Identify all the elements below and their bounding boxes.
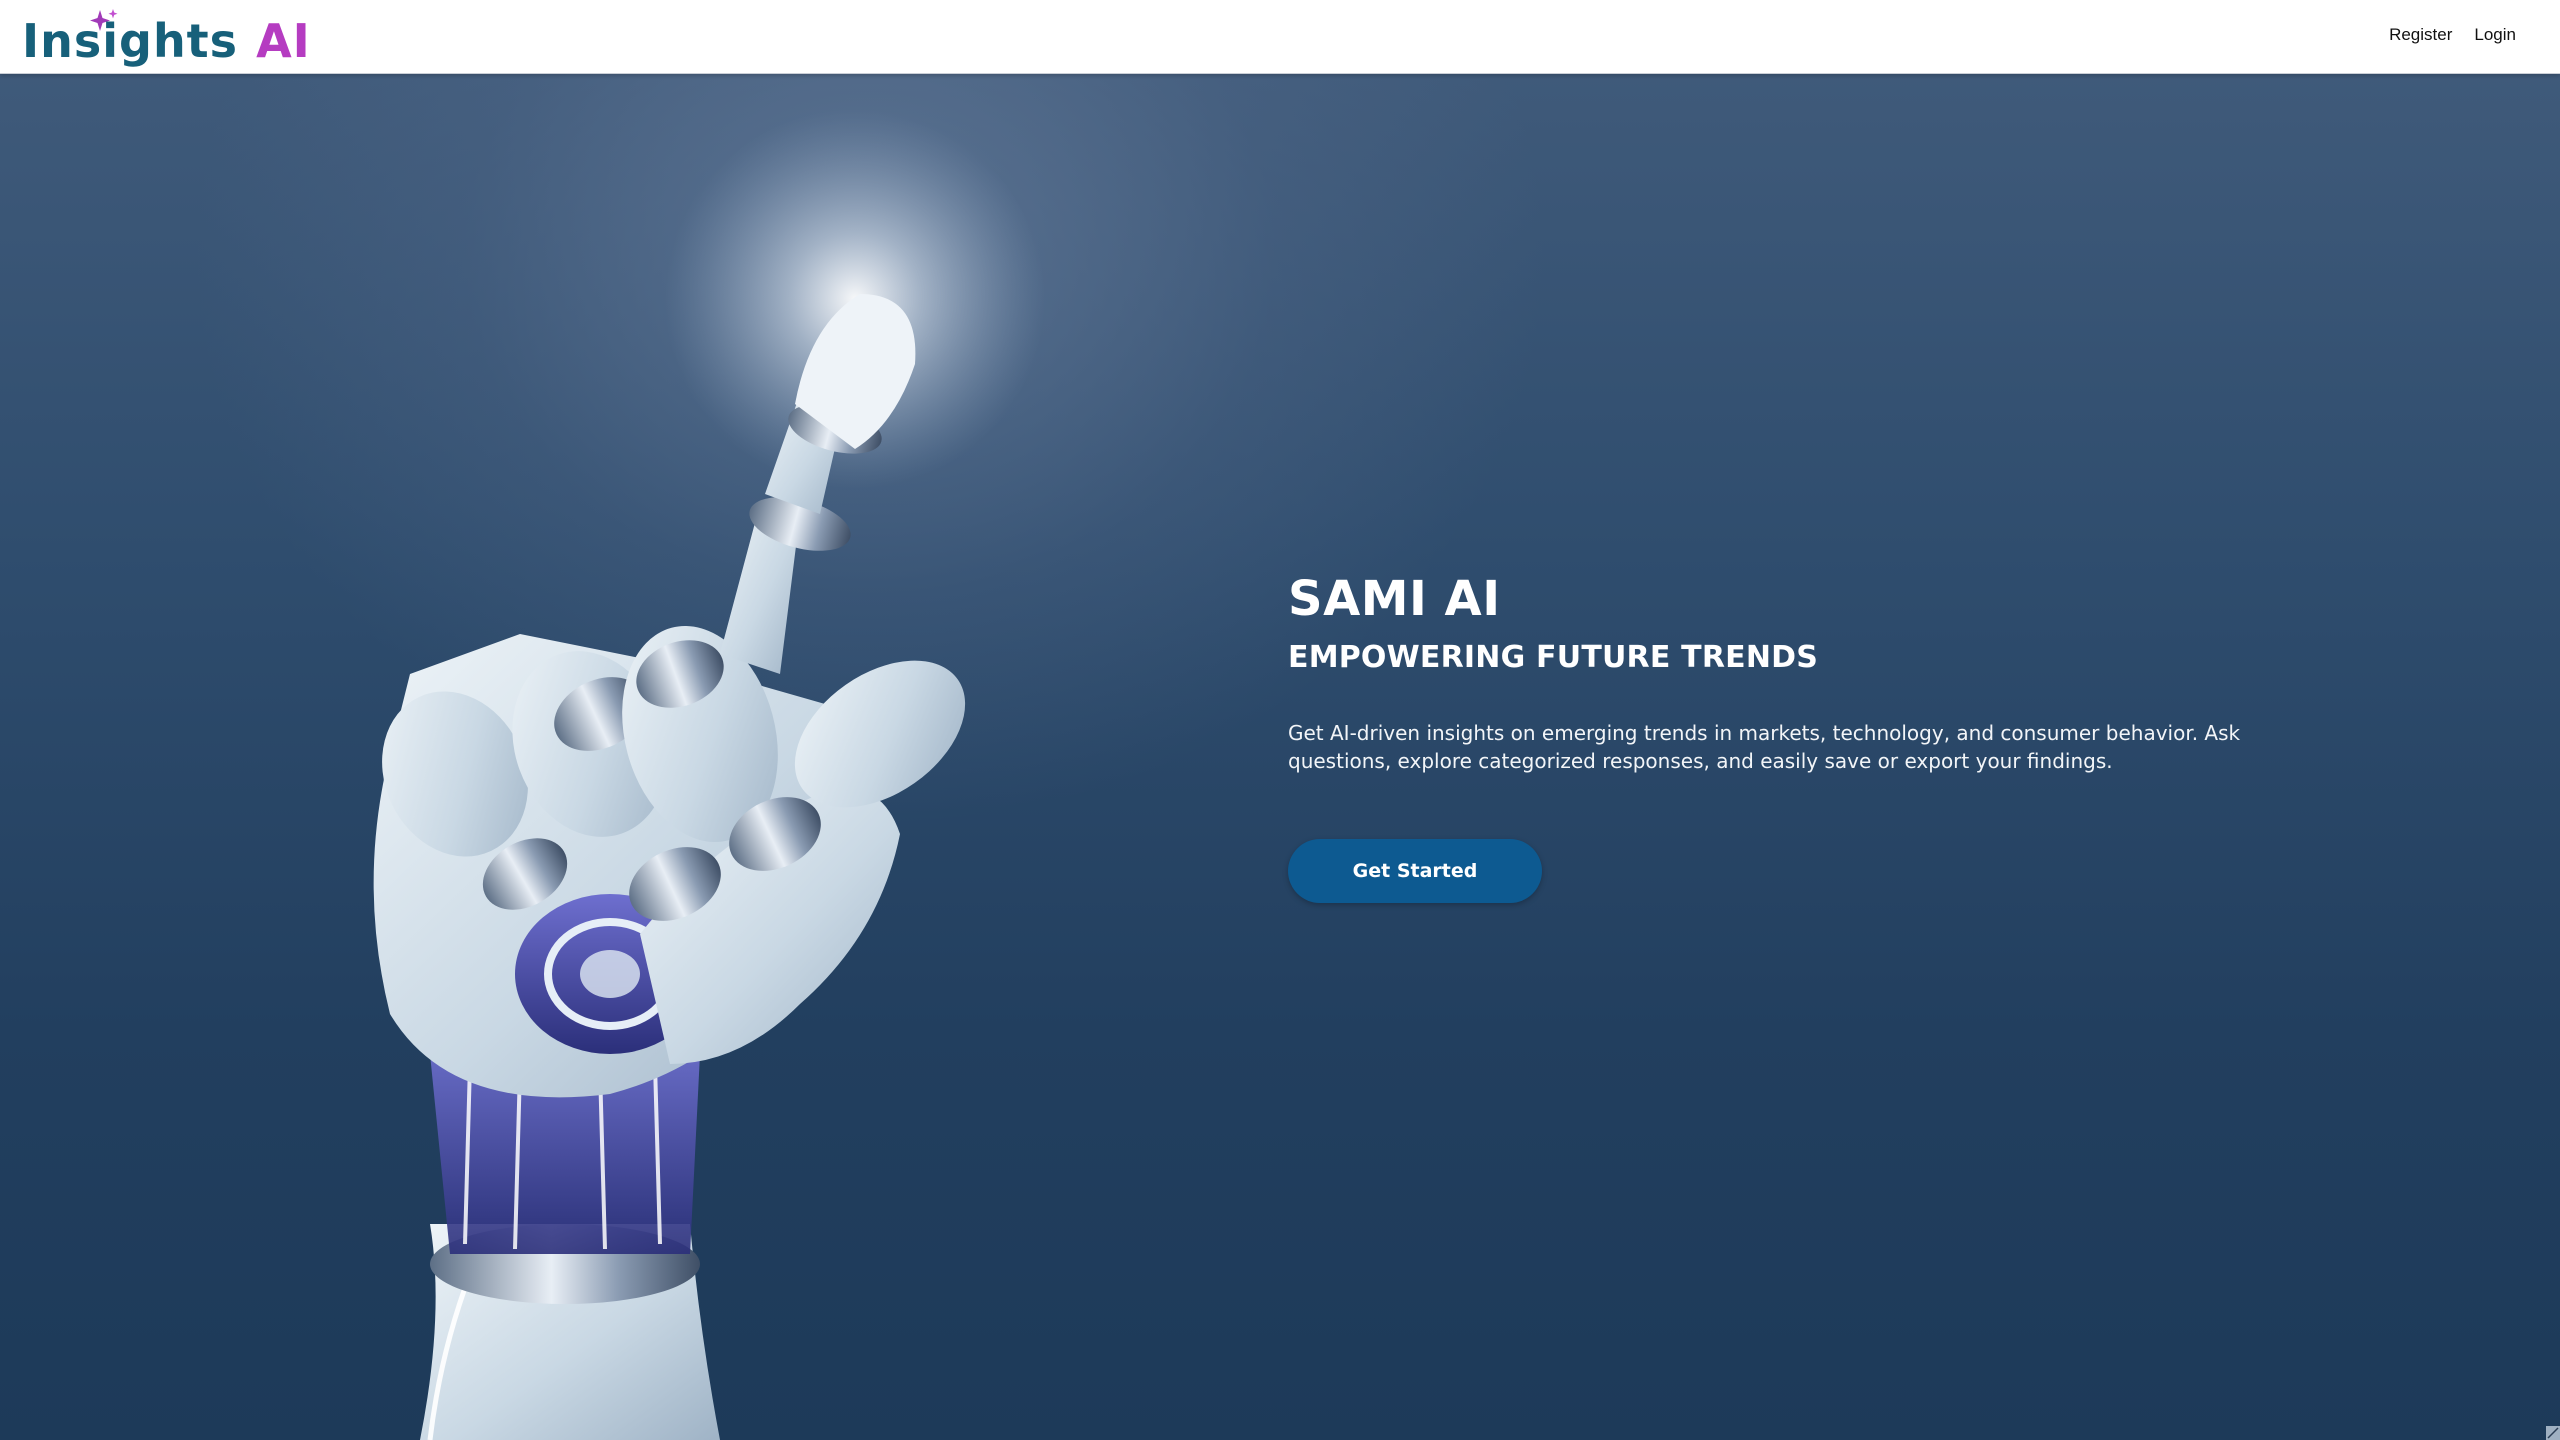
get-started-button[interactable]: Get Started	[1288, 839, 1542, 904]
logo-wordmark: Insights	[22, 14, 239, 68]
hero-title: SAMI AI	[1288, 571, 1501, 627]
hero-section: SAMI AI EMPOWERING FUTURE TRENDS Get AI-…	[0, 74, 2560, 1440]
logo[interactable]: Insights AI	[22, 4, 311, 70]
resize-corner-icon	[2546, 1426, 2560, 1440]
nav-links: Register Login	[2389, 25, 2516, 45]
robot-hand-pointing-icon	[373, 109, 1045, 1440]
register-link[interactable]: Register	[2389, 25, 2452, 45]
login-link[interactable]: Login	[2474, 25, 2516, 45]
logo-ai-accent: AI	[256, 14, 311, 68]
navbar: Insights AI Register Login	[0, 0, 2560, 74]
hero-subtitle: EMPOWERING FUTURE TRENDS	[1288, 640, 1819, 676]
hero-content: SAMI AI EMPOWERING FUTURE TRENDS Get AI-…	[1288, 571, 2288, 904]
hero-description: Get AI-driven insights on emerging trend…	[1288, 721, 2241, 774]
